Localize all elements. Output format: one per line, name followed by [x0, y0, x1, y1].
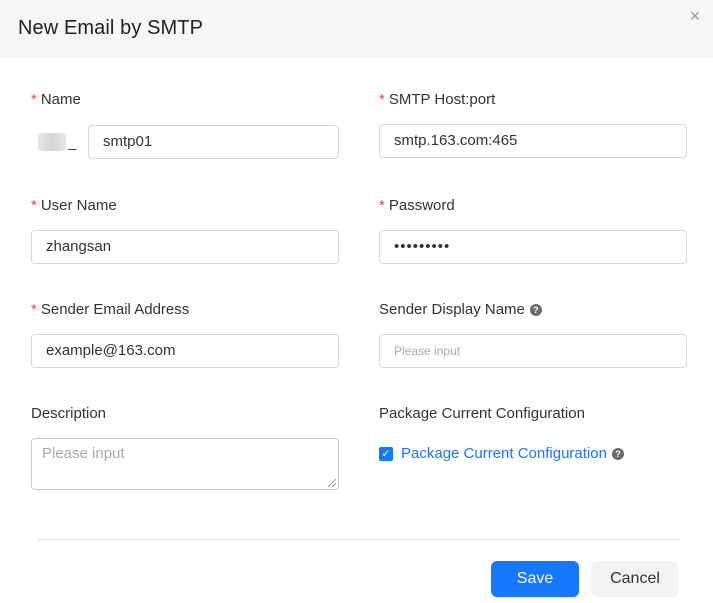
dialog-title: New Email by SMTP	[18, 17, 204, 39]
sender-display-input[interactable]: Please input	[379, 334, 687, 368]
user-name-label: * User Name	[31, 197, 117, 214]
user-name-input[interactable]: zhangsan	[31, 230, 339, 264]
password-label: * Password	[379, 197, 455, 214]
package-config-label: Package Current Configuration	[379, 405, 585, 422]
name-prefix: _	[32, 125, 82, 159]
required-marker: *	[31, 91, 37, 108]
sender-email-label: * Sender Email Address	[31, 301, 190, 318]
required-marker: *	[379, 197, 385, 214]
required-marker: *	[31, 197, 37, 214]
smtp-host-input[interactable]: smtp.163.com:465	[379, 124, 687, 158]
name-input[interactable]: smtp01	[88, 125, 339, 159]
sender-email-input[interactable]: example@163.com	[31, 334, 339, 368]
redacted-prefix	[38, 133, 66, 151]
description-textarea[interactable]: Please input	[31, 438, 339, 490]
password-input[interactable]: •••••••••	[379, 230, 687, 264]
email-smtp-dialog: New Email by SMTP × * Name _ smtp01 * SMTP…	[0, 0, 713, 603]
description-label: Description	[31, 405, 107, 422]
footer-divider	[38, 539, 680, 540]
cancel-button[interactable]: Cancel	[591, 561, 679, 597]
smtp-host-label: * SMTP Host:port	[379, 91, 496, 108]
checkbox-checked-icon[interactable]: ✓	[379, 446, 393, 461]
dialog-header: New Email by SMTP ×	[0, 0, 713, 58]
name-label: * Name	[31, 91, 81, 108]
package-config-checkbox-label[interactable]: Package Current Configuration	[401, 445, 607, 462]
name-prefix-text: _	[68, 133, 77, 151]
sender-display-label: Sender Display Name?	[379, 301, 542, 318]
package-config-checkbox-row[interactable]: ✓ Package Current Configuration ?	[379, 445, 624, 462]
save-button[interactable]: Save	[491, 561, 579, 597]
required-marker: *	[31, 301, 37, 318]
help-icon[interactable]: ?	[611, 447, 624, 460]
resize-handle-icon[interactable]	[328, 479, 336, 487]
required-marker: *	[379, 91, 385, 108]
close-icon[interactable]: ×	[686, 7, 704, 25]
description-placeholder: Please input	[42, 445, 125, 462]
help-icon[interactable]: ?	[529, 304, 542, 317]
